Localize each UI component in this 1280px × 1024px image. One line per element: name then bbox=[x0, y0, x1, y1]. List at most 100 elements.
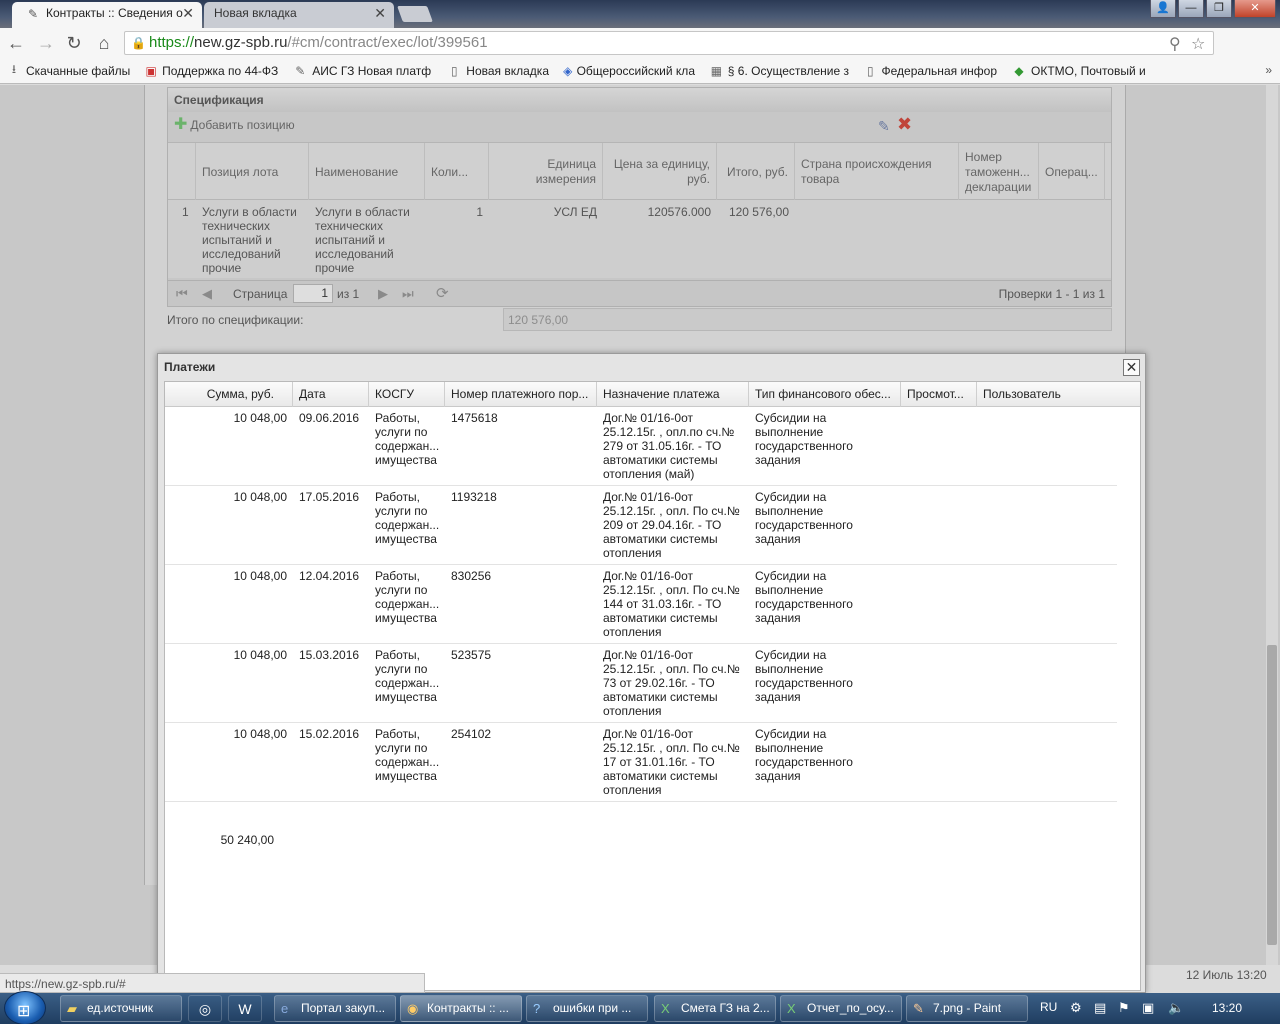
column-header-sum[interactable]: Сумма, руб. bbox=[165, 382, 293, 407]
taskbar-label: Контракты :: ... bbox=[427, 1001, 509, 1015]
spec-total-field[interactable]: 120 576,00 bbox=[503, 308, 1112, 331]
column-header-operations[interactable]: Операц... bbox=[1039, 143, 1105, 201]
bookmark-downloads[interactable]: ⭳ Скачанные файлы bbox=[6, 60, 130, 81]
cell-sum: 10 048,00 bbox=[233, 648, 287, 662]
table-row[interactable]: 1 Услуги в области технических испытаний… bbox=[168, 200, 1111, 278]
column-header-fin-type[interactable]: Тип финансового обес... bbox=[749, 382, 901, 407]
taskbar-label: Отчет_по_осу... bbox=[807, 1001, 894, 1015]
url-host: new.gz-spb.ru bbox=[194, 34, 288, 51]
forward-icon[interactable]: → bbox=[34, 32, 58, 54]
column-header-country[interactable]: Страна происхождения товара bbox=[795, 143, 959, 201]
outlook-icon[interactable]: ◎ bbox=[188, 995, 222, 1022]
taskbar-item-excel-2[interactable]: X Отчет_по_осу... bbox=[780, 995, 902, 1022]
reload-icon[interactable]: ↻ bbox=[62, 32, 86, 54]
first-page-icon[interactable]: ⏮ bbox=[176, 286, 188, 302]
close-window-button[interactable]: ✕ bbox=[1234, 0, 1276, 18]
column-header-customs[interactable]: Номер таможенн... декларации bbox=[959, 143, 1039, 201]
new-tab-button[interactable] bbox=[397, 6, 433, 22]
tab-title: Контракты :: Сведения о bbox=[46, 6, 183, 20]
taskbar-item-paint[interactable]: ✎ 7.png - Paint bbox=[906, 995, 1028, 1022]
column-header-purpose[interactable]: Назначение платежа bbox=[597, 382, 749, 407]
home-icon[interactable]: ⌂ bbox=[92, 32, 116, 54]
cell-price: 120576.000 bbox=[647, 205, 711, 219]
page-number-input[interactable]: 1 bbox=[293, 284, 333, 303]
add-position-button[interactable]: ✚ Добавить позицию bbox=[174, 117, 295, 133]
column-header-unit[interactable]: Единица измерения bbox=[489, 143, 603, 201]
network-icon[interactable]: ▣ bbox=[1142, 1000, 1154, 1016]
column-header-qty[interactable]: Коли... bbox=[425, 143, 489, 201]
close-tab-icon[interactable]: ✕ bbox=[374, 2, 386, 24]
windows-icon: ⊞ bbox=[17, 1003, 31, 1020]
star-icon[interactable]: ☆ bbox=[1191, 34, 1205, 54]
word-icon[interactable]: W bbox=[228, 995, 262, 1022]
taskbar-label: Смета ГЗ на 2... bbox=[681, 1001, 770, 1015]
cell-date: 15.02.2016 bbox=[299, 727, 360, 741]
back-icon[interactable]: ← bbox=[4, 32, 28, 54]
next-page-icon[interactable]: ▶ bbox=[378, 286, 388, 302]
more-bookmarks-icon[interactable]: » bbox=[1265, 63, 1272, 77]
taskbar-item-ie[interactable]: e Портал закуп... bbox=[274, 995, 396, 1022]
tab-new[interactable]: Новая вкладка ✕ bbox=[204, 2, 394, 28]
page-label: Страница bbox=[233, 287, 288, 301]
table-row[interactable]: 10 048,00 17.05.2016 Работы, услуги по с… bbox=[165, 486, 1117, 565]
column-header-kosgu[interactable]: КОСГУ bbox=[369, 382, 445, 407]
user-icon[interactable]: 👤 bbox=[1150, 0, 1176, 18]
delete-icon[interactable]: ✖ bbox=[897, 114, 912, 135]
column-header-num bbox=[168, 143, 196, 201]
cell-fin-type: Субсидии на выполнение государственного … bbox=[755, 727, 853, 783]
taskbar-item-excel-1[interactable]: X Смета ГЗ на 2... bbox=[654, 995, 776, 1022]
table-row[interactable]: 10 048,00 09.06.2016 Работы, услуги по с… bbox=[165, 407, 1117, 486]
language-indicator[interactable]: RU bbox=[1040, 1000, 1057, 1014]
bookmark-support[interactable]: ▣ Поддержка по 44-ФЗ bbox=[144, 64, 279, 78]
volume-icon[interactable]: 🔈 bbox=[1168, 1000, 1184, 1016]
bookmark-label: Новая вкладка bbox=[466, 63, 549, 78]
column-header-price[interactable]: Цена за единицу, руб. bbox=[603, 143, 717, 201]
prev-page-icon[interactable]: ◀ bbox=[202, 286, 212, 302]
column-header-name[interactable]: Наименование bbox=[309, 143, 425, 201]
address-bar[interactable]: 🔒 https://new.gz-spb.ru/#cm/contract/exe… bbox=[124, 31, 1214, 55]
cell-unit: УСЛ ЕД bbox=[553, 205, 597, 219]
bookmark-ais[interactable]: ✎ АИС ГЗ Новая платф bbox=[292, 64, 432, 78]
bookmark-federal[interactable]: ▯ Федеральная инфор bbox=[863, 64, 997, 78]
column-header-total[interactable]: Итого, руб. bbox=[717, 143, 795, 201]
tab-contracts[interactable]: ✎ Контракты :: Сведения о ✕ bbox=[12, 2, 202, 28]
column-header-user[interactable]: Пользователь bbox=[977, 382, 1140, 407]
table-row[interactable]: 10 048,00 15.02.2016 Работы, услуги по с… bbox=[165, 723, 1117, 802]
column-header-number[interactable]: Номер платежного пор... bbox=[445, 382, 597, 407]
specification-title: Спецификация bbox=[168, 88, 1111, 112]
page-scrollbar-thumb[interactable] bbox=[1267, 645, 1277, 945]
cell-date: 09.06.2016 bbox=[299, 411, 360, 425]
bookmark-newtab[interactable]: ▯ Новая вкладка bbox=[446, 64, 549, 78]
minimize-button[interactable]: — bbox=[1178, 0, 1204, 18]
taskbar-item-folder[interactable]: ▰ ед.источник bbox=[60, 995, 182, 1022]
refresh-icon[interactable]: ⟳ bbox=[436, 284, 449, 302]
cell-number: 1193218 bbox=[451, 490, 497, 504]
site-icon: ◈ bbox=[563, 63, 573, 78]
column-header-date[interactable]: Дата bbox=[293, 382, 369, 407]
start-button[interactable]: ⊞ bbox=[4, 991, 46, 1024]
payments-header: Сумма, руб. Дата КОСГУ Номер платежного … bbox=[165, 382, 1140, 407]
column-header-position[interactable]: Позиция лота bbox=[196, 143, 309, 201]
maximize-button[interactable]: ❐ bbox=[1206, 0, 1232, 18]
taskbar-label: Портал закуп... bbox=[301, 1001, 386, 1015]
close-icon[interactable]: ✕ bbox=[1123, 359, 1140, 376]
zoom-icon[interactable]: ⚲ bbox=[1169, 34, 1181, 54]
taskbar-item-chrome[interactable]: ◉ Контракты :: ... bbox=[400, 995, 522, 1022]
bookmark-oktmo[interactable]: ◆ ОКТМО, Почтовый и bbox=[1011, 64, 1151, 78]
tray-device-icon[interactable]: ▤ bbox=[1094, 1000, 1106, 1016]
bookmark-classifier[interactable]: ◈ Общероссийский кла bbox=[563, 64, 695, 78]
flag-icon[interactable]: ⚑ bbox=[1118, 1000, 1130, 1016]
last-page-icon[interactable]: ⏭ bbox=[402, 286, 414, 302]
taskbar-item-help[interactable]: ? ошибки при ... bbox=[526, 995, 648, 1022]
bookmark-section6[interactable]: ▦ § 6. Осуществление з bbox=[709, 64, 849, 78]
column-header-view[interactable]: Просмот... bbox=[901, 382, 977, 407]
table-row[interactable]: 10 048,00 12.04.2016 Работы, услуги по с… bbox=[165, 565, 1117, 644]
row-number: 1 bbox=[182, 205, 189, 219]
page-icon: ▯ bbox=[866, 63, 874, 78]
clock[interactable]: 13:20 bbox=[1212, 1001, 1242, 1015]
edit-icon[interactable]: ✎ bbox=[878, 118, 890, 135]
page-count-label: из 1 bbox=[337, 287, 360, 301]
table-row[interactable]: 10 048,00 15.03.2016 Работы, услуги по с… bbox=[165, 644, 1117, 723]
close-tab-icon[interactable]: ✕ bbox=[182, 2, 194, 24]
tray-app-icon[interactable]: ⚙ bbox=[1070, 1000, 1082, 1016]
